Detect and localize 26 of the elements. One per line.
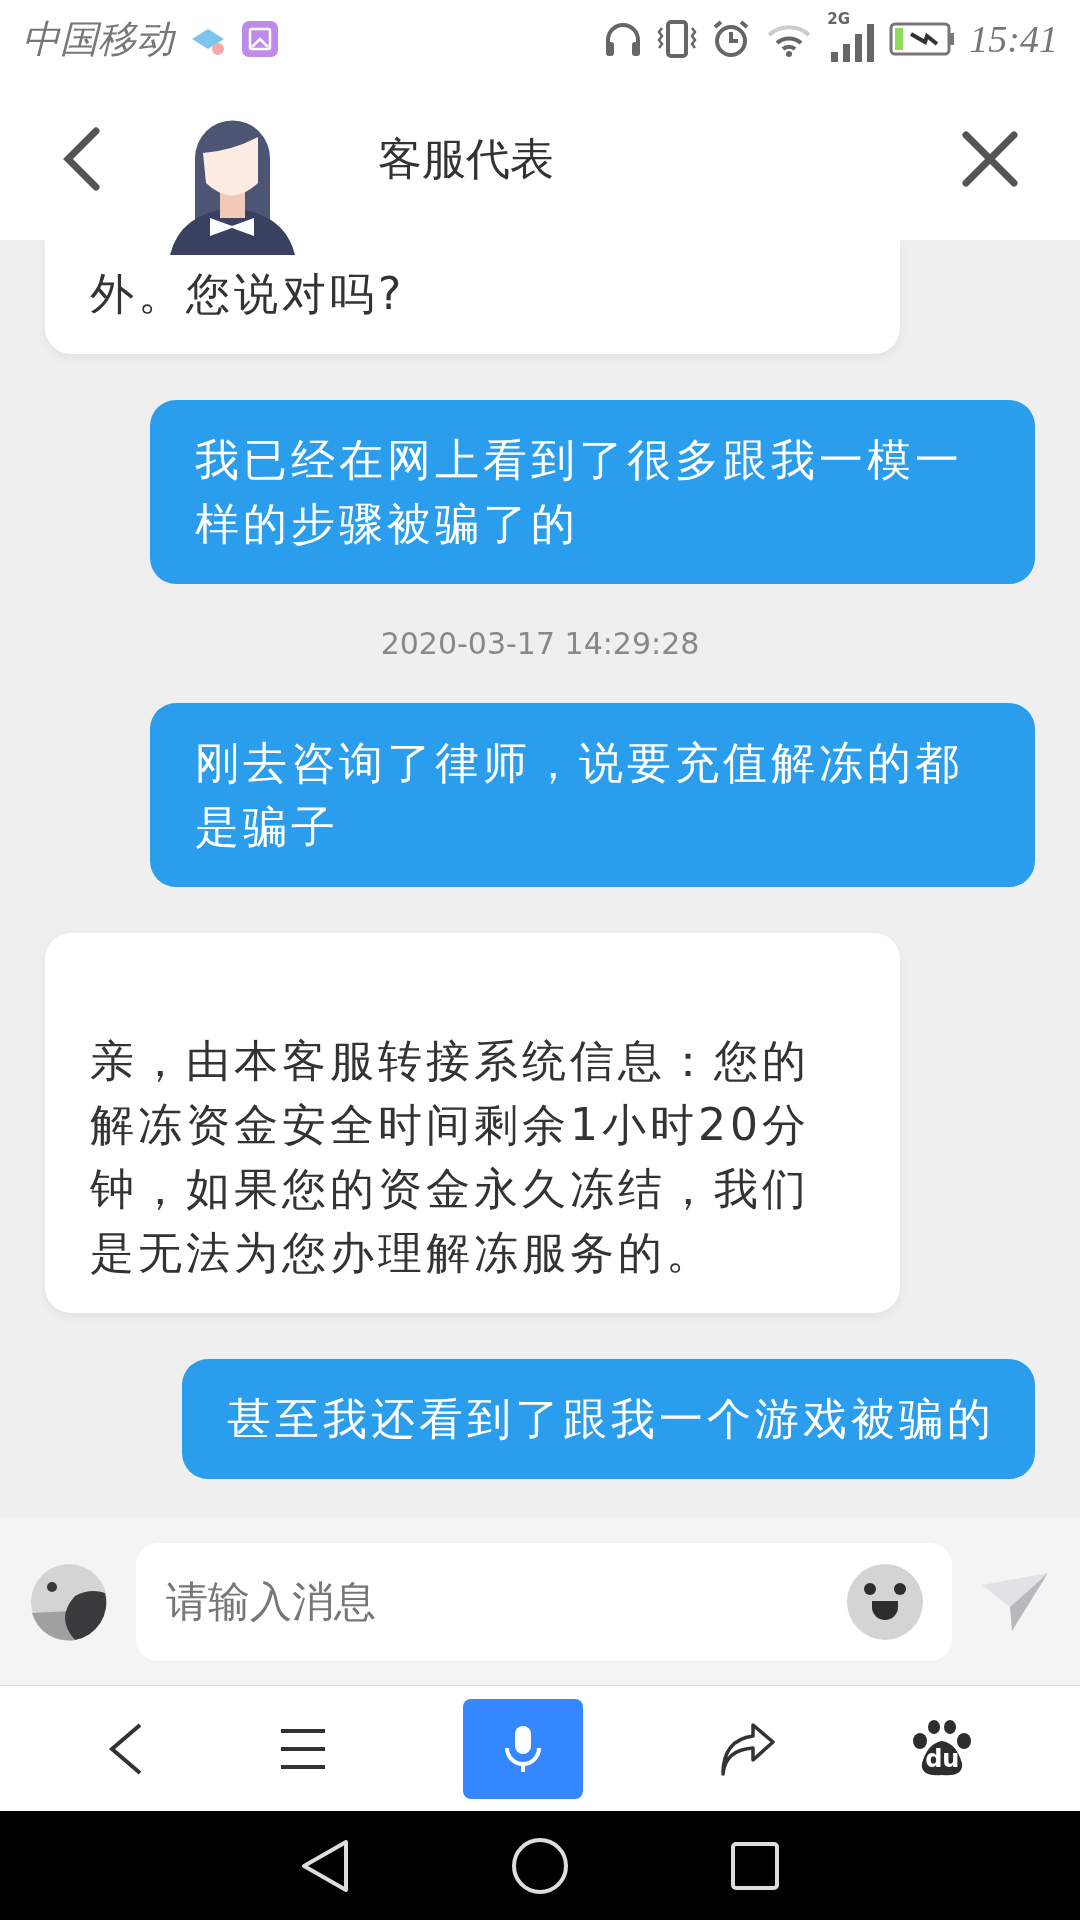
back-button[interactable] <box>107 1722 144 1775</box>
voice-search-button[interactable] <box>463 1698 583 1799</box>
microphone-icon <box>503 1723 543 1774</box>
emoji-icon[interactable] <box>846 1562 924 1641</box>
battery-icon <box>889 22 956 56</box>
back-nav-icon[interactable] <box>300 1839 351 1893</box>
home-icon[interactable] <box>511 1837 569 1895</box>
timestamp: 2020-03-17 14:29:28 <box>380 626 700 661</box>
recents-icon[interactable] <box>729 1841 780 1891</box>
network-type: 2G <box>827 10 851 28</box>
share-icon[interactable] <box>718 1721 777 1776</box>
close-button[interactable] <box>962 131 1018 187</box>
back-button[interactable] <box>62 127 102 191</box>
chat-title: 客服代表 <box>378 131 554 186</box>
message-bubble: 刚去咨询了律师，说要充值解冻的都是骗子 <box>150 703 1035 887</box>
message-input[interactable]: 请输入消息 <box>136 1542 952 1661</box>
message-bubble: 外。您说对吗? <box>45 240 900 354</box>
carrier-name: 中国移动 <box>22 16 174 62</box>
message-bubble: 甚至我还看到了跟我一个游戏被骗的 <box>182 1359 1035 1479</box>
vibrate-icon <box>657 20 698 58</box>
clock-time: 15:41 <box>969 17 1058 61</box>
gallery-icon <box>242 21 278 57</box>
menu-icon[interactable] <box>279 1727 328 1770</box>
message-bubble: 我已经在网上看到了很多跟我一模一样的步骤被骗了的 <box>150 400 1035 584</box>
message-bubble: 亲，由本客服转接系统信息：您的解冻资金安全时间剩余1小时20分钟，如果您的资金永久冻结，我们是无法为您办理解冻服务的。 <box>45 933 900 1313</box>
voice-toggle-icon[interactable] <box>30 1562 108 1641</box>
